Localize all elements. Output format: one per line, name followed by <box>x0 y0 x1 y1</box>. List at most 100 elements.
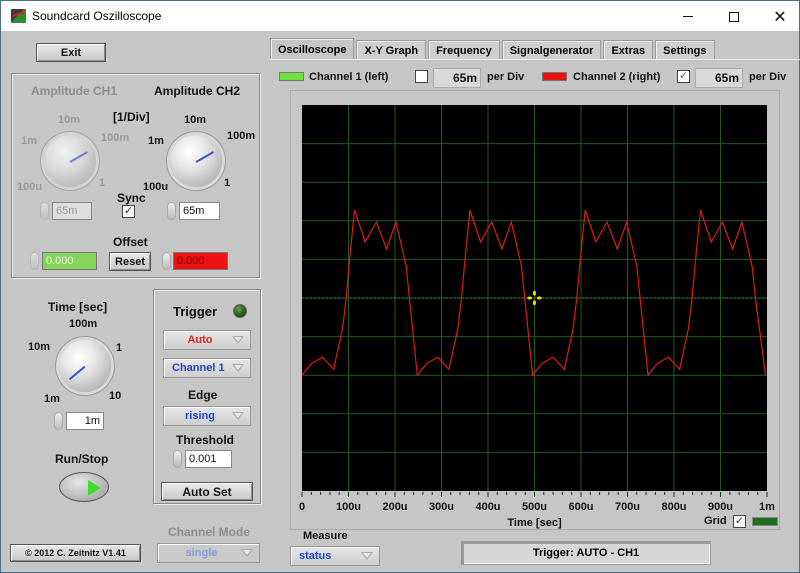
amplitude-ch2-title: Amplitude CH2 <box>154 84 241 98</box>
amplitude-ch2-knob[interactable] <box>166 131 226 191</box>
ch2-tick: 10m <box>184 114 207 126</box>
minimize-icon <box>683 16 693 17</box>
window-title: Soundcard Oszilloscope <box>32 9 162 23</box>
dropdown-arrow-icon <box>232 364 244 372</box>
ch2-amplitude-spinner[interactable] <box>167 202 176 220</box>
grid-label: Grid <box>704 515 727 527</box>
channel-mode-value: single <box>185 547 218 559</box>
trigger-channel-value: Channel 1 <box>172 362 225 374</box>
x-tick-label: 1m <box>759 501 775 513</box>
channel-mode-select[interactable]: single <box>157 543 260 563</box>
ch1-per-div-field[interactable]: 65m <box>433 68 481 88</box>
trigger-title: Trigger <box>173 304 218 319</box>
ch2-tick: 100m <box>227 130 256 142</box>
time-tick: 10 <box>109 390 122 402</box>
ch1-offset-field[interactable]: 0.000 <box>42 252 97 270</box>
dropdown-arrow-icon <box>241 549 253 557</box>
tab-frequency[interactable]: Frequency <box>428 40 500 60</box>
close-button[interactable]: ✕ <box>757 1 800 32</box>
ch1-tick: 100u <box>17 181 43 193</box>
grid-color-swatch[interactable] <box>752 517 778 526</box>
ch1-amplitude-field[interactable]: 65m <box>52 202 92 220</box>
dropdown-arrow-icon <box>361 552 373 560</box>
ch1-per-div-label: per Div <box>487 71 525 83</box>
auto-set-button[interactable]: Auto Set <box>161 482 253 501</box>
x-tick-label: 500u <box>522 501 547 513</box>
ch1-label: Channel 1 (left) <box>309 71 389 83</box>
ch2-tick: 100u <box>143 181 169 193</box>
trigger-led <box>233 304 247 318</box>
offset-label: Offset <box>113 235 148 249</box>
oscilloscope-graph[interactable]: 0 100u 200u 300u 400u 500u 600u 700u 800u 900u 1m T… <box>290 100 780 530</box>
tab-signalgenerator[interactable]: Signalgenerator <box>501 40 602 60</box>
minimize-button[interactable] <box>665 1 711 32</box>
x-tick-label: 200u <box>382 501 407 513</box>
threshold-label: Threshold <box>176 433 235 447</box>
x-tick-label: 0 <box>299 501 305 513</box>
ch2-per-div-field[interactable]: 65m <box>695 68 743 88</box>
dropdown-arrow-icon <box>232 336 244 344</box>
time-tick: 10m <box>28 341 51 353</box>
time-spinner[interactable] <box>54 412 63 430</box>
grid-checkbox[interactable]: ✓ <box>733 515 746 528</box>
tab-settings[interactable]: Settings <box>655 40 715 60</box>
ch2-per-div-label: per Div <box>749 71 787 83</box>
ch2-offset-spinner[interactable] <box>162 252 171 270</box>
x-tick-label: 100u <box>336 501 361 513</box>
trigger-edge-select[interactable]: rising <box>163 406 251 426</box>
threshold-spinner[interactable] <box>173 450 182 468</box>
play-icon <box>88 480 101 496</box>
ch1-color-swatch <box>279 72 304 81</box>
trigger-mode-select[interactable]: Auto <box>163 330 251 350</box>
ch2-tick: 1m <box>148 135 164 147</box>
tab-oscilloscope[interactable]: Oscilloscope <box>270 38 355 60</box>
amplitude-ch1-knob[interactable] <box>40 131 100 191</box>
sync-checkbox[interactable]: ✓ <box>122 205 135 218</box>
maximize-button[interactable] <box>711 1 757 32</box>
run-stop-label: Run/Stop <box>55 452 109 466</box>
x-tick-label: 700u <box>615 501 640 513</box>
trigger-channel-select[interactable]: Channel 1 <box>163 358 251 378</box>
exit-button[interactable]: Exit <box>36 43 106 62</box>
close-icon: ✕ <box>773 8 787 26</box>
time-knob[interactable] <box>55 336 115 396</box>
ch2-offset-field[interactable]: 0.000 <box>173 252 228 270</box>
maximize-icon <box>729 11 739 22</box>
x-tick-label: 900u <box>708 501 733 513</box>
ch1-tick: 100m <box>101 132 130 144</box>
amplitude-ch1-title: Amplitude CH1 <box>31 84 118 98</box>
trigger-edge-value: rising <box>185 410 215 422</box>
ch2-amplitude-field[interactable]: 65m <box>179 202 220 220</box>
measure-select[interactable]: status <box>290 546 380 566</box>
measure-label: Measure <box>303 530 348 542</box>
tab-bar: Oscilloscope X-Y Graph Frequency Signalg… <box>270 38 717 60</box>
ch1-tick: 1 <box>99 177 106 189</box>
tab-xy-graph[interactable]: X-Y Graph <box>356 40 427 60</box>
x-tick-label: 600u <box>568 501 593 513</box>
dropdown-arrow-icon <box>232 412 244 420</box>
measure-value: status <box>299 550 332 562</box>
time-tick: 100m <box>69 318 98 330</box>
edge-label: Edge <box>188 388 218 402</box>
ch1-amplitude-spinner[interactable] <box>40 202 49 220</box>
ch1-enable-checkbox[interactable] <box>415 70 428 83</box>
ch1-tick: 10m <box>58 114 81 126</box>
time-field[interactable]: 1m <box>66 412 104 430</box>
title-bar: Soundcard Oszilloscope ✕ <box>0 0 800 31</box>
channel-mode-label: Channel Mode <box>168 525 251 539</box>
ch2-enable-checkbox[interactable]: ✓ <box>677 70 690 83</box>
tab-extras[interactable]: Extras <box>603 40 654 60</box>
x-tick-label: 800u <box>661 501 686 513</box>
offset-reset-button[interactable]: Reset <box>109 252 151 271</box>
ch1-offset-spinner[interactable] <box>30 252 39 270</box>
x-tick-label: 400u <box>475 501 500 513</box>
ch2-color-swatch <box>542 72 567 81</box>
run-stop-button[interactable] <box>59 472 109 502</box>
ch1-tick: 1m <box>21 135 37 147</box>
x-axis-label: Time [sec] <box>507 517 562 529</box>
time-tick: 1 <box>116 342 123 354</box>
time-tick: 1m <box>44 393 60 405</box>
threshold-field[interactable]: 0.001 <box>185 450 232 468</box>
copyright-button[interactable]: © 2012 C. Zeitnitz V1.41 <box>10 544 141 562</box>
ch2-tick: 1 <box>224 177 231 189</box>
